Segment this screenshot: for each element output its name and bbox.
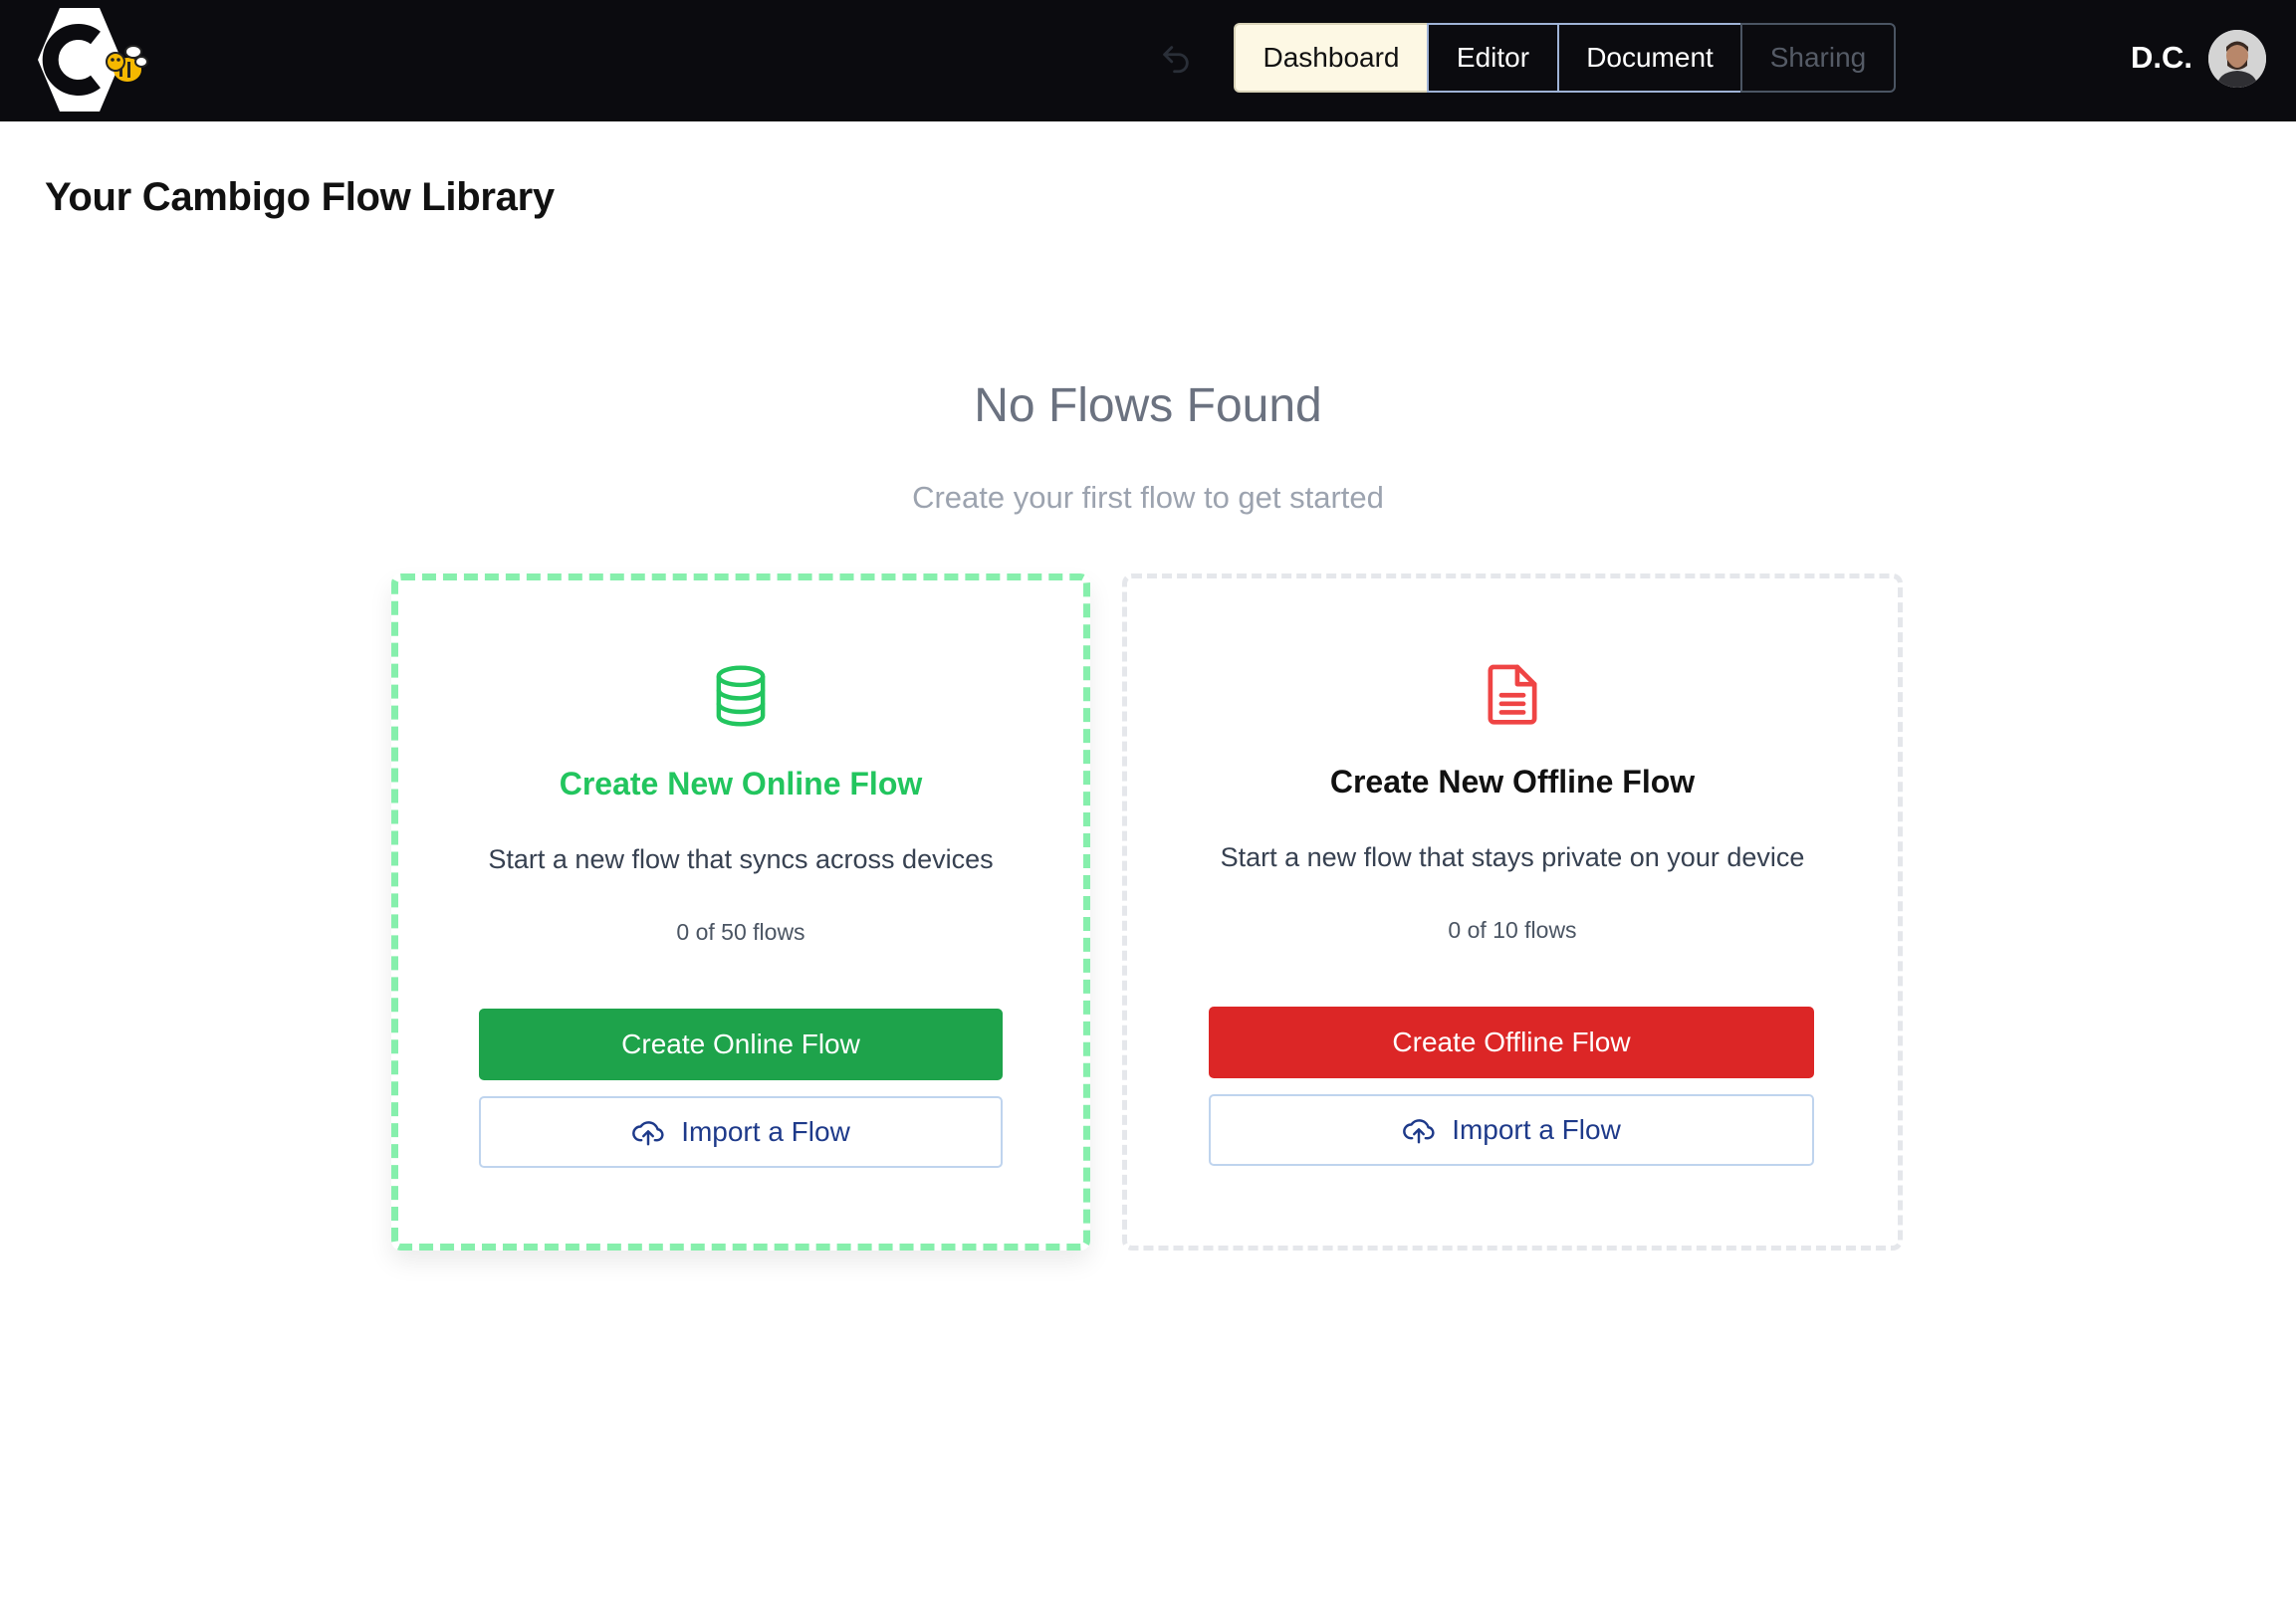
tab-dashboard[interactable]: Dashboard bbox=[1234, 23, 1429, 93]
empty-state-title: No Flows Found bbox=[974, 379, 1322, 432]
document-icon bbox=[1488, 664, 1537, 725]
cloud-upload-icon bbox=[1403, 1119, 1435, 1144]
online-flow-card[interactable]: Create New Online Flow Start a new flow … bbox=[391, 573, 1090, 1251]
cambigo-logo-icon[interactable] bbox=[30, 4, 155, 115]
tab-editor[interactable]: Editor bbox=[1427, 23, 1559, 93]
offline-card-title: Create New Offline Flow bbox=[1329, 764, 1696, 800]
main-nav-tabs: Dashboard Editor Document Sharing bbox=[1234, 23, 1896, 95]
online-card-title: Create New Online Flow bbox=[559, 766, 923, 801]
import-flow-button-online[interactable]: Import a Flow bbox=[479, 1096, 1003, 1168]
page-title: Your Cambigo Flow Library bbox=[45, 175, 555, 219]
import-flow-button-offline[interactable]: Import a Flow bbox=[1209, 1094, 1814, 1166]
user-initials[interactable]: D.C. bbox=[2131, 40, 2192, 76]
offline-card-description: Start a new flow that stays private on y… bbox=[1220, 842, 1805, 872]
online-flow-count: 0 of 50 flows bbox=[676, 919, 805, 945]
undo-icon[interactable] bbox=[1159, 42, 1193, 76]
import-flow-label: Import a Flow bbox=[1452, 1114, 1621, 1145]
create-online-flow-button[interactable]: Create Online Flow bbox=[479, 1009, 1003, 1080]
offline-flow-count: 0 of 10 flows bbox=[1448, 917, 1577, 943]
user-avatar[interactable] bbox=[2208, 30, 2266, 88]
empty-state-subtitle: Create your first flow to get started bbox=[912, 480, 1384, 515]
top-navbar: Dashboard Editor Document Sharing D.C. bbox=[0, 0, 2296, 121]
online-card-description: Start a new flow that syncs across devic… bbox=[488, 844, 994, 874]
tab-document[interactable]: Document bbox=[1557, 23, 1742, 93]
tab-sharing: Sharing bbox=[1740, 23, 1896, 93]
avatar-photo-icon bbox=[2208, 30, 2266, 88]
import-flow-label: Import a Flow bbox=[681, 1116, 850, 1147]
database-icon bbox=[716, 665, 766, 727]
offline-flow-card[interactable]: Create New Offline Flow Start a new flow… bbox=[1122, 573, 1903, 1251]
create-offline-flow-button[interactable]: Create Offline Flow bbox=[1209, 1007, 1814, 1078]
cloud-upload-icon bbox=[632, 1121, 664, 1146]
